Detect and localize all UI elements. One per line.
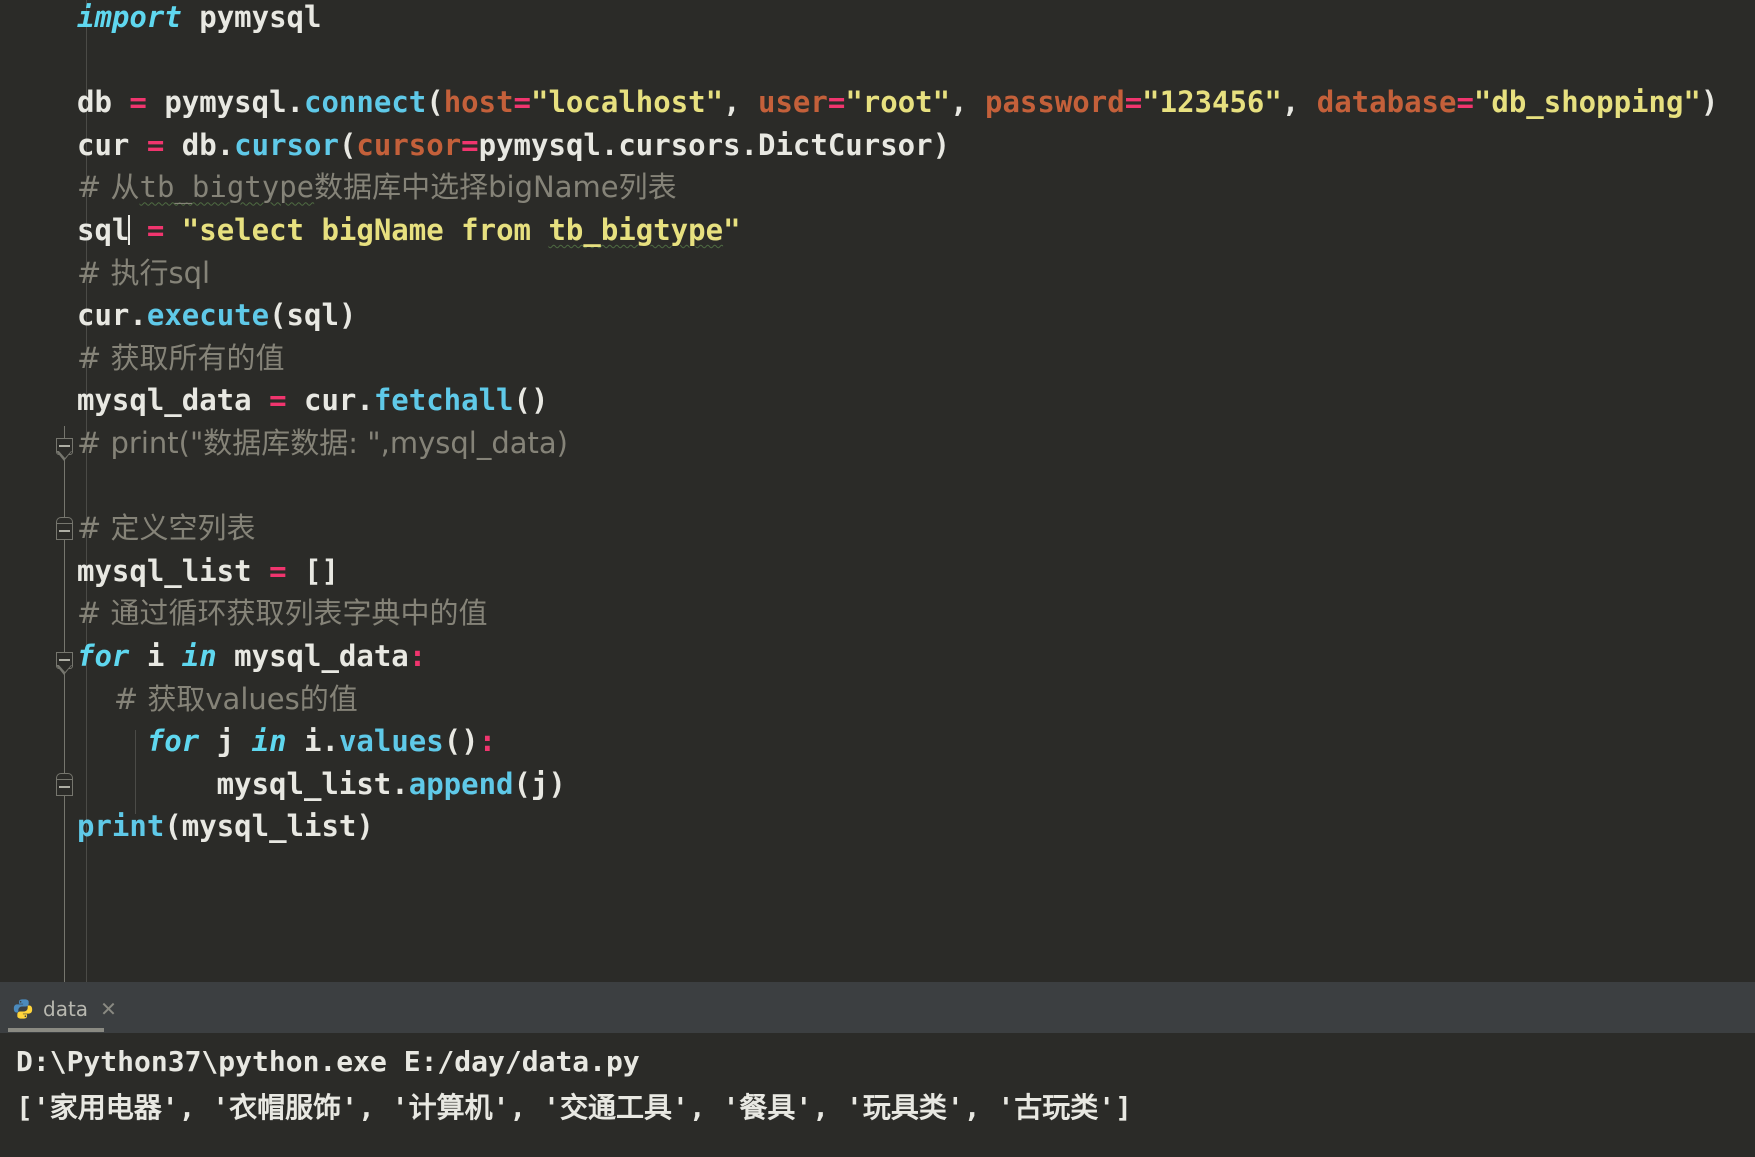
- console-output-line: ['家用电器', '衣帽服饰', '计算机', '交通工具', '餐具', '玩…: [16, 1091, 1133, 1124]
- python-file-icon: [12, 998, 34, 1020]
- code-line[interactable]: mysql_data = cur.fetchall(): [52, 379, 1755, 422]
- console-tab-label: data: [43, 996, 89, 1021]
- console-output[interactable]: D:\Python37\python.exe E:/day/data.py ['…: [0, 1033, 1755, 1157]
- run-console-panel: data ✕ D:\Python37\python.exe E:/day/dat…: [0, 984, 1755, 1157]
- ide-window: import pymysql db = pymysql.connect(host…: [0, 0, 1755, 1157]
- code-line[interactable]: for j in i.values():: [52, 720, 1755, 763]
- console-tab-active-indicator: [8, 1028, 104, 1032]
- code-line[interactable]: sql = "select bigName from tb_bigtype": [52, 209, 1755, 252]
- code-line-blank[interactable]: [52, 39, 1755, 82]
- text-caret: [128, 214, 131, 245]
- code-lines[interactable]: import pymysql db = pymysql.connect(host…: [52, 0, 1755, 982]
- console-tabbar[interactable]: data ✕: [0, 984, 1755, 1033]
- code-editor[interactable]: import pymysql db = pymysql.connect(host…: [0, 0, 1755, 982]
- close-icon[interactable]: ✕: [100, 999, 117, 1019]
- code-line[interactable]: mysql_list.append(j): [52, 763, 1755, 806]
- code-line-comment[interactable]: # 定义空列表: [52, 507, 1755, 550]
- code-line[interactable]: for i in mysql_data:: [52, 635, 1755, 678]
- console-tab-data[interactable]: data ✕: [0, 984, 135, 1033]
- code-line[interactable]: import pymysql: [52, 0, 1755, 39]
- code-line[interactable]: db = pymysql.connect(host="localhost", u…: [52, 81, 1755, 124]
- code-line-comment[interactable]: # 执行sql: [52, 252, 1755, 295]
- token-import-keyword: import: [77, 0, 182, 34]
- code-line-comment[interactable]: # 通过循环获取列表字典中的值: [52, 592, 1755, 635]
- token-module-name: pymysql: [199, 0, 322, 34]
- code-line[interactable]: cur = db.cursor(cursor=pymysql.cursors.D…: [52, 124, 1755, 167]
- code-line-comment[interactable]: # 从tb_bigtype数据库中选择bigName列表: [52, 166, 1755, 209]
- code-line[interactable]: print(mysql_list): [52, 805, 1755, 848]
- token-for-keyword: for: [77, 638, 130, 673]
- token-in-keyword: in: [181, 638, 217, 673]
- console-output-line: D:\Python37\python.exe E:/day/data.py: [16, 1045, 640, 1078]
- code-line-blank[interactable]: [52, 465, 1755, 508]
- code-line[interactable]: cur.execute(sql): [52, 294, 1755, 337]
- code-line[interactable]: mysql_list = []: [52, 550, 1755, 593]
- code-line-comment[interactable]: # 获取values的值: [52, 678, 1755, 721]
- editor-gutter[interactable]: [0, 0, 52, 982]
- code-line-comment[interactable]: # 获取所有的值: [52, 337, 1755, 380]
- code-line-comment[interactable]: # print("数据库数据: ",mysql_data): [52, 422, 1755, 465]
